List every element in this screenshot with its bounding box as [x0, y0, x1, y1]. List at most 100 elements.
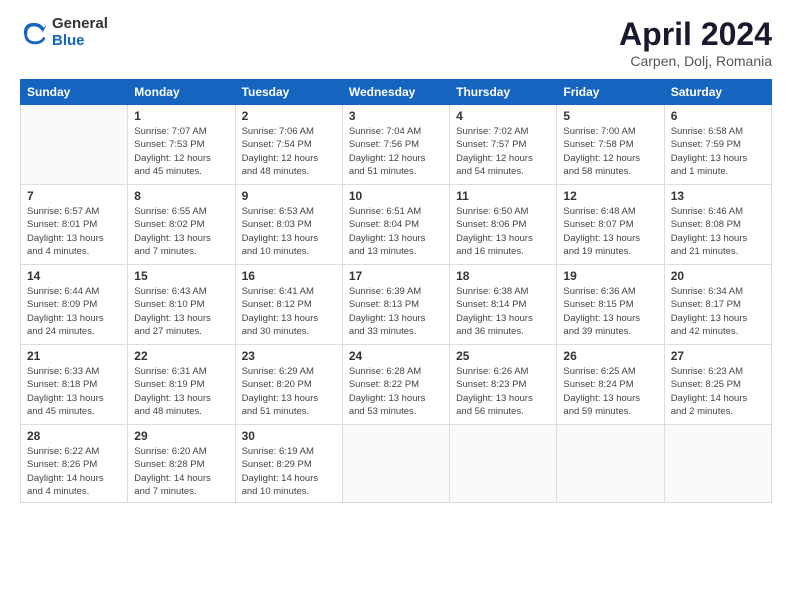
location: Carpen, Dolj, Romania [619, 53, 772, 69]
day-number: 6 [671, 109, 765, 123]
day-info-line: Sunrise: 6:41 AM [242, 285, 336, 298]
day-info-line: and 13 minutes. [349, 245, 443, 258]
day-info: Sunrise: 6:51 AMSunset: 8:04 PMDaylight:… [349, 205, 443, 258]
day-info-line: and 30 minutes. [242, 325, 336, 338]
cell-w4-d7: 27 Sunrise: 6:23 AMSunset: 8:25 PMDayligh… [664, 345, 771, 425]
day-number: 17 [349, 269, 443, 283]
cell-w3-d1: 14Sunrise: 6:44 AMSunset: 8:09 PMDayligh… [21, 265, 128, 345]
day-info-line: and 51 minutes. [242, 405, 336, 418]
day-info-line: Sunrise: 7:02 AM [456, 125, 550, 138]
day-info-line: and 2 minutes. [671, 405, 765, 418]
day-info-line: Daylight: 13 hours [349, 312, 443, 325]
cell-w5-d6 [557, 425, 664, 503]
day-info: Sunrise: 7:00 AMSunset: 7:58 PMDaylight:… [563, 125, 657, 178]
cell-w2-d1: 7 Sunrise: 6:57 AMSunset: 8:01 PMDaylight… [21, 185, 128, 265]
day-info-line: Daylight: 13 hours [563, 392, 657, 405]
day-info-line: Daylight: 13 hours [242, 232, 336, 245]
day-info-line: Daylight: 12 hours [456, 152, 550, 165]
cell-w3-d5: 18 Sunrise: 6:38 AMSunset: 8:14 PMDayligh… [450, 265, 557, 345]
day-info: Sunrise: 6:28 AMSunset: 8:22 PMDaylight:… [349, 365, 443, 418]
day-info-line: Sunset: 7:56 PM [349, 138, 443, 151]
cell-w2-d7: 13Sunrise: 6:46 AMSunset: 8:08 PMDayligh… [664, 185, 771, 265]
day-info-line: Daylight: 13 hours [134, 312, 228, 325]
day-info-line: and 45 minutes. [134, 165, 228, 178]
day-info-line: Daylight: 12 hours [563, 152, 657, 165]
day-info-line: Sunset: 8:15 PM [563, 298, 657, 311]
day-number: 4 [456, 109, 550, 123]
day-info-line: Sunrise: 6:20 AM [134, 445, 228, 458]
day-number: 18 [456, 269, 550, 283]
day-number: 16 [242, 269, 336, 283]
day-number: 22 [134, 349, 228, 363]
day-info-line: Daylight: 13 hours [349, 392, 443, 405]
week-row-1: 1Sunrise: 7:07 AMSunset: 7:53 PMDaylight… [21, 105, 772, 185]
day-info-line: Sunrise: 6:23 AM [671, 365, 765, 378]
day-info-line: Daylight: 13 hours [27, 232, 121, 245]
day-info-line: Daylight: 13 hours [563, 232, 657, 245]
day-info-line: Sunset: 8:03 PM [242, 218, 336, 231]
day-number: 29 [134, 429, 228, 443]
col-thursday: Thursday [450, 80, 557, 105]
day-info-line: Sunset: 8:04 PM [349, 218, 443, 231]
day-info-line: and 39 minutes. [563, 325, 657, 338]
cell-w5-d4 [342, 425, 449, 503]
day-info-line: Sunset: 8:12 PM [242, 298, 336, 311]
day-info-line: Daylight: 13 hours [456, 232, 550, 245]
day-info: Sunrise: 7:04 AMSunset: 7:56 PMDaylight:… [349, 125, 443, 178]
cell-w5-d1: 28Sunrise: 6:22 AMSunset: 8:26 PMDayligh… [21, 425, 128, 503]
day-info: Sunrise: 6:43 AMSunset: 8:10 PMDaylight:… [134, 285, 228, 338]
day-info: Sunrise: 6:23 AMSunset: 8:25 PMDaylight:… [671, 365, 765, 418]
day-info-line: and 10 minutes. [242, 245, 336, 258]
day-info-line: Daylight: 12 hours [349, 152, 443, 165]
day-info-line: and 7 minutes. [134, 245, 228, 258]
col-saturday: Saturday [664, 80, 771, 105]
cell-w2-d4: 10Sunrise: 6:51 AMSunset: 8:04 PMDayligh… [342, 185, 449, 265]
day-info-line: and 24 minutes. [27, 325, 121, 338]
day-info: Sunrise: 6:41 AMSunset: 8:12 PMDaylight:… [242, 285, 336, 338]
day-info-line: Sunset: 8:02 PM [134, 218, 228, 231]
cell-w5-d3: 30Sunrise: 6:19 AMSunset: 8:29 PMDayligh… [235, 425, 342, 503]
calendar: Sunday Monday Tuesday Wednesday Thursday… [20, 79, 772, 503]
day-info-line: Daylight: 13 hours [671, 312, 765, 325]
day-info-line: and 53 minutes. [349, 405, 443, 418]
day-info-line: Sunrise: 6:31 AM [134, 365, 228, 378]
day-info-line: Sunrise: 6:55 AM [134, 205, 228, 218]
day-number: 7 [27, 189, 121, 203]
calendar-header-row: Sunday Monday Tuesday Wednesday Thursday… [21, 80, 772, 105]
day-info-line: and 48 minutes. [242, 165, 336, 178]
day-info: Sunrise: 7:07 AMSunset: 7:53 PMDaylight:… [134, 125, 228, 178]
cell-w4-d2: 22Sunrise: 6:31 AMSunset: 8:19 PMDayligh… [128, 345, 235, 425]
day-info: Sunrise: 6:38 AMSunset: 8:14 PMDaylight:… [456, 285, 550, 338]
day-info: Sunrise: 6:55 AMSunset: 8:02 PMDaylight:… [134, 205, 228, 258]
day-info-line: and 16 minutes. [456, 245, 550, 258]
day-info-line: Sunset: 8:26 PM [27, 458, 121, 471]
day-info-line: Sunset: 8:09 PM [27, 298, 121, 311]
day-number: 27 [671, 349, 765, 363]
day-info-line: Sunrise: 6:50 AM [456, 205, 550, 218]
day-number: 11 [456, 189, 550, 203]
day-info-line: Sunrise: 6:57 AM [27, 205, 121, 218]
day-info-line: Sunset: 8:10 PM [134, 298, 228, 311]
day-info-line: Daylight: 13 hours [27, 392, 121, 405]
cell-w1-d7: 6Sunrise: 6:58 AMSunset: 7:59 PMDaylight… [664, 105, 771, 185]
day-info-line: Sunrise: 6:53 AM [242, 205, 336, 218]
day-info: Sunrise: 6:20 AMSunset: 8:28 PMDaylight:… [134, 445, 228, 498]
logo-icon [20, 19, 48, 47]
day-number: 24 [349, 349, 443, 363]
day-info: Sunrise: 6:22 AMSunset: 8:26 PMDaylight:… [27, 445, 121, 498]
day-info-line: Daylight: 13 hours [456, 392, 550, 405]
day-info: Sunrise: 6:36 AMSunset: 8:15 PMDaylight:… [563, 285, 657, 338]
day-info-line: and 4 minutes. [27, 245, 121, 258]
cell-w1-d2: 1Sunrise: 7:07 AMSunset: 7:53 PMDaylight… [128, 105, 235, 185]
day-info-line: Sunrise: 6:22 AM [27, 445, 121, 458]
week-row-4: 21Sunrise: 6:33 AMSunset: 8:18 PMDayligh… [21, 345, 772, 425]
day-info-line: Sunset: 8:20 PM [242, 378, 336, 391]
day-number: 25 [456, 349, 550, 363]
day-number: 26 [563, 349, 657, 363]
page-header: General Blue April 2024 Carpen, Dolj, Ro… [20, 16, 772, 69]
day-info-line: Sunset: 7:57 PM [456, 138, 550, 151]
day-info-line: Sunrise: 6:51 AM [349, 205, 443, 218]
day-info-line: Sunset: 8:29 PM [242, 458, 336, 471]
day-info-line: Sunset: 8:01 PM [27, 218, 121, 231]
day-info-line: Sunrise: 7:07 AM [134, 125, 228, 138]
